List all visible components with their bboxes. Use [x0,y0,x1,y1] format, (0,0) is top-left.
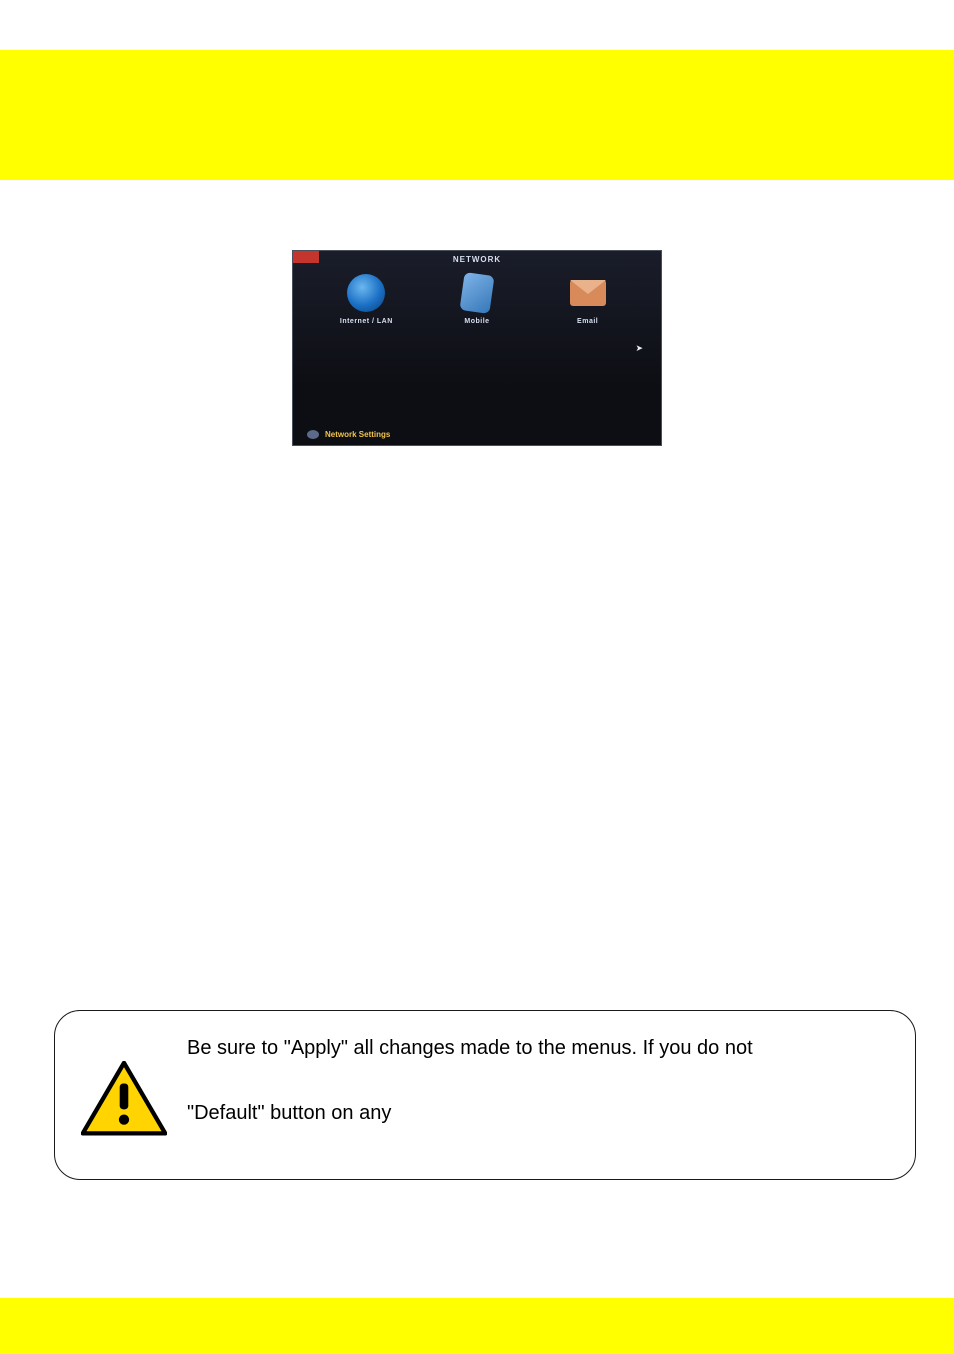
network-menu-screenshot: NETWORK Internet / LAN Mobile Email ➤ [292,250,662,446]
screenshot-icon-row: Internet / LAN Mobile Email [293,264,661,325]
speech-bubble-icon [307,430,319,439]
warning-text-line2: "Default" button on any [187,1098,885,1129]
warning-triangle-icon [81,1061,167,1137]
screenshot-footer-label: Network Settings [325,430,390,439]
phone-icon [458,274,496,312]
page-content: NETWORK Internet / LAN Mobile Email ➤ [0,250,954,446]
menu-item-mobile: Mobile [431,274,523,325]
warning-text-line1: Be sure to "Apply" all changes made to t… [187,1033,885,1064]
screenshot-footer: Network Settings [307,430,390,439]
header-yellow-band [0,50,954,180]
menu-item-label: Internet / LAN [340,318,393,325]
globe-icon [347,274,385,312]
figure-container: NETWORK Internet / LAN Mobile Email ➤ [60,250,894,446]
menu-item-email: Email [542,274,634,325]
screenshot-title: NETWORK [293,255,661,264]
footer-yellow-band [0,1298,954,1354]
warning-callout: Be sure to "Apply" all changes made to t… [54,1010,916,1180]
menu-item-label: Email [577,318,598,325]
menu-item-internet-lan: Internet / LAN [320,274,412,325]
menu-item-label: Mobile [464,318,489,325]
cursor-icon: ➤ [635,343,643,354]
page-top-margin [0,0,954,50]
screenshot-corner-artifact [293,251,319,263]
mail-icon [569,274,607,312]
